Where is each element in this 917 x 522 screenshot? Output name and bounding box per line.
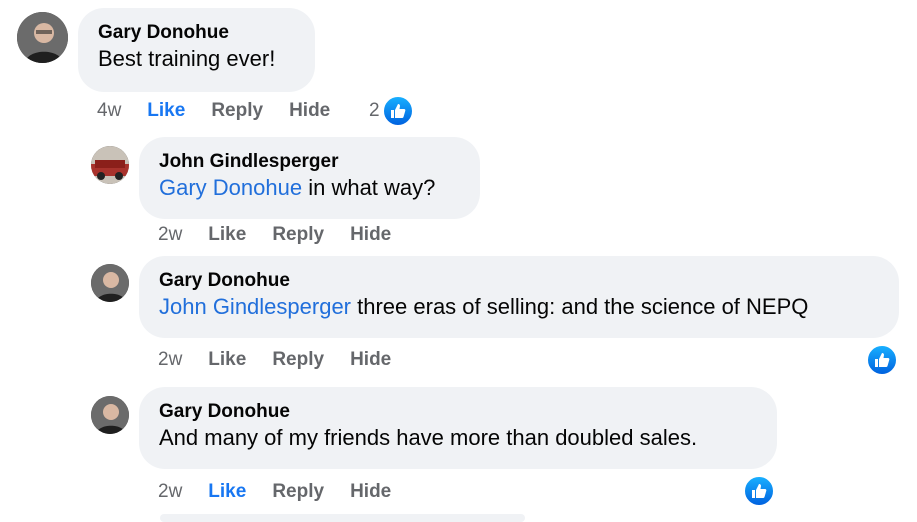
reaction-count: 2 [369,100,380,121]
comment-timestamp[interactable]: 2w [158,224,182,246]
comment-timestamp[interactable]: 2w [158,481,182,503]
avatar[interactable] [91,396,129,434]
reply-button[interactable]: Reply [272,349,324,371]
hide-button[interactable]: Hide [350,349,391,371]
reaction-summary[interactable] [743,475,775,507]
like-reaction-icon [866,344,898,376]
comment-author[interactable]: John Gindlesperger [159,151,460,173]
comment-actions: 4w Like Reply Hide [97,98,356,124]
mention-link[interactable]: John Gindlesperger [159,294,351,319]
comment-text: And many of my friends have more than do… [159,423,757,453]
comment-actions: 2w Like Reply Hide [158,347,417,373]
hide-button[interactable]: Hide [289,100,330,122]
comment-bubble: Gary Donohue John Gindlesperger three er… [139,256,899,338]
like-button[interactable]: Like [208,481,246,503]
comment-timestamp[interactable]: 2w [158,349,182,371]
avatar[interactable] [91,146,129,184]
reply-button[interactable]: Reply [272,481,324,503]
reaction-summary[interactable] [866,344,898,376]
comment-text-body: And many of my friends have more than do… [159,425,698,450]
like-button[interactable]: Like [147,100,185,122]
like-button[interactable]: Like [208,349,246,371]
reply-button[interactable]: Reply [272,224,324,246]
comment-author[interactable]: Gary Donohue [159,270,879,292]
reaction-summary[interactable]: 2 [369,95,414,127]
next-comment-bubble [160,514,525,522]
avatar[interactable] [17,12,68,63]
comment-text-body: three eras of selling: and the science o… [351,294,809,319]
like-reaction-icon [743,475,775,507]
reply-button[interactable]: Reply [211,100,263,122]
avatar[interactable] [91,264,129,302]
comment-actions: 2w Like Reply Hide [158,222,417,248]
hide-button[interactable]: Hide [350,481,391,503]
comment-actions: 2w Like Reply Hide [158,479,417,505]
comment-bubble: John Gindlesperger Gary Donohue in what … [139,137,480,219]
mention-link[interactable]: Gary Donohue [159,175,302,200]
comment-bubble: Gary Donohue Best training ever! [78,8,315,92]
comment-author[interactable]: Gary Donohue [98,22,295,44]
like-button[interactable]: Like [208,224,246,246]
comment-bubble: Gary Donohue And many of my friends have… [139,387,777,469]
comment-timestamp[interactable]: 4w [97,100,121,122]
like-reaction-icon [381,95,414,127]
comment-text-body: Best training ever! [98,46,276,71]
hide-button[interactable]: Hide [350,224,391,246]
comment-text: Gary Donohue in what way? [159,173,460,203]
comment-author[interactable]: Gary Donohue [159,401,757,423]
comment-text: Best training ever! [98,44,295,74]
comment-text: John Gindlesperger three eras of selling… [159,292,879,322]
comment-text-body: in what way? [302,175,436,200]
